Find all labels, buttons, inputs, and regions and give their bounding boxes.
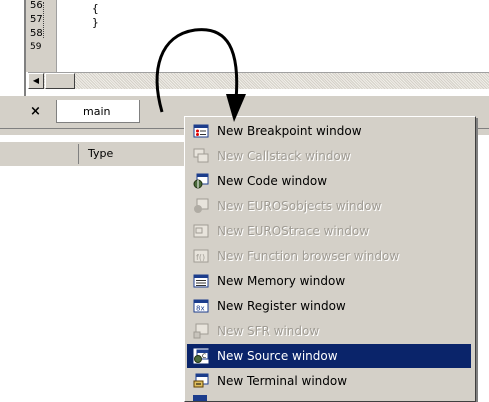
line-number-gutter: 56 57 58 59	[26, 0, 57, 72]
code-window-icon	[193, 173, 209, 189]
menu-item-label: New Breakpoint window	[217, 124, 362, 138]
horizontal-scrollbar[interactable]: ◀	[28, 72, 489, 89]
menu-item-new-eurostrace-window[interactable]: New EUROStrace window	[187, 219, 471, 243]
svg-text:C: C	[202, 353, 206, 360]
column-divider[interactable]	[78, 144, 79, 164]
menu-item-label: New Terminal window	[217, 374, 348, 388]
menu-item-label: New SFR window	[217, 324, 320, 338]
line-number: 56	[30, 0, 43, 11]
list-header: Type	[0, 141, 190, 167]
menu-item-new-register-window[interactable]: 8x New Register window	[187, 294, 471, 318]
line-number: 59	[30, 42, 42, 52]
menu-item-label: New Function browser window	[217, 249, 400, 263]
menu-item-label: New Callstack window	[217, 149, 351, 163]
menu-item-new-terminal-window[interactable]: New Terminal window	[187, 369, 471, 393]
column-header-type[interactable]: Type	[88, 147, 113, 160]
next-item-icon	[193, 395, 207, 401]
menu-item-new-eurosobjects-window[interactable]: New EUROSobjects window	[187, 194, 471, 218]
function-browser-icon: f()	[193, 248, 209, 264]
menu-item-label: New Register window	[217, 299, 346, 313]
code-line: {	[92, 2, 99, 15]
menu-item-label: New Memory window	[217, 274, 346, 288]
list-panel	[0, 166, 190, 400]
menu-item-label: New EUROStrace window	[217, 224, 370, 238]
terminal-window-icon	[193, 373, 209, 389]
menu-item-new-code-window[interactable]: New Code window	[187, 169, 471, 193]
code-line: }	[92, 16, 99, 29]
svg-text:8x: 8x	[196, 305, 205, 313]
scroll-left-button[interactable]: ◀	[28, 73, 44, 89]
menu-item-new-source-window[interactable]: C New Source window	[187, 344, 471, 368]
fold-guide	[43, 2, 44, 38]
register-window-icon: 8x	[193, 298, 209, 314]
svg-text:f(): f()	[196, 253, 205, 262]
menu-item-new-sfr-window[interactable]: New SFR window	[187, 319, 471, 343]
sfr-window-icon	[193, 323, 209, 339]
line-number: 58	[30, 28, 43, 39]
eurosobjects-window-icon	[193, 198, 209, 214]
menu-item-label: New Code window	[217, 174, 328, 188]
source-editor[interactable]: 56 57 58 59 { } ◀	[24, 0, 489, 96]
scroll-thumb[interactable]	[45, 73, 75, 89]
new-window-context-menu: New Breakpoint window New Callstack wind…	[184, 116, 476, 402]
memory-window-icon	[193, 273, 209, 289]
close-tab-icon[interactable]: ×	[30, 104, 41, 119]
tab-main[interactable]: main	[56, 100, 140, 123]
menu-item-new-breakpoint-window[interactable]: New Breakpoint window	[187, 119, 471, 143]
tab-label: main	[83, 105, 111, 118]
line-number: 57	[30, 14, 43, 25]
menu-item-label: New EUROSobjects window	[217, 199, 382, 213]
menu-item-new-callstack-window[interactable]: New Callstack window	[187, 144, 471, 168]
menu-item-new-memory-window[interactable]: New Memory window	[187, 269, 471, 293]
source-window-icon: C	[193, 348, 209, 364]
menu-item-label: New Source window	[217, 349, 338, 363]
menu-item-new-function-browser-window[interactable]: f() New Function browser window	[187, 244, 471, 268]
callstack-window-icon	[193, 148, 209, 164]
eurostrace-window-icon	[193, 223, 209, 239]
breakpoint-window-icon	[193, 123, 209, 139]
